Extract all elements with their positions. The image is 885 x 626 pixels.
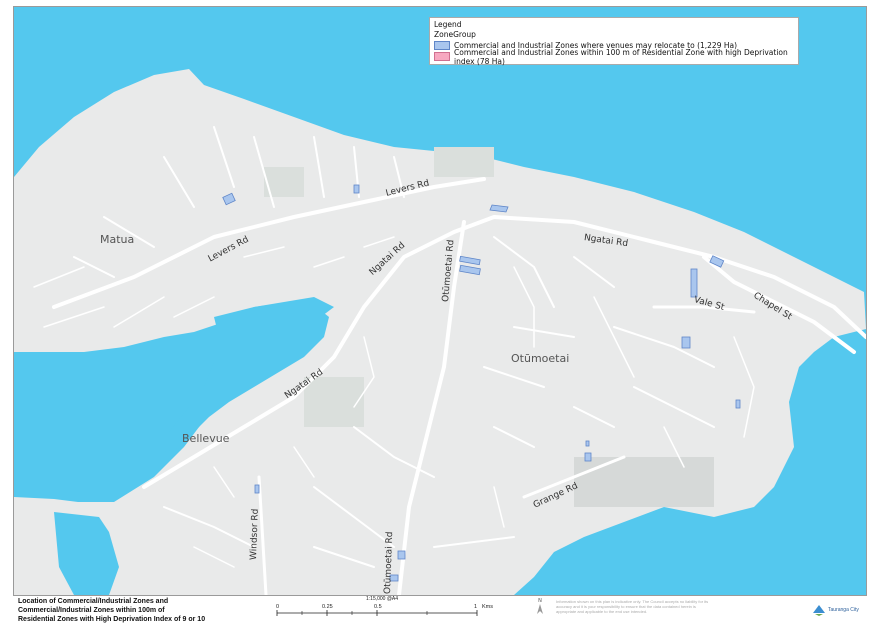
scale-tick-label: 0.25 bbox=[322, 604, 333, 610]
scale-bar: 1:15,000 @A4 0 0.25 0.5 1 Kms bbox=[276, 596, 493, 616]
park-area bbox=[434, 147, 494, 177]
legend-swatch-blue bbox=[434, 41, 450, 50]
north-arrow-icon bbox=[537, 604, 543, 614]
map-title-line: Location of Commercial/Industrial Zones … bbox=[18, 598, 169, 605]
scale-tick-label: 0.5 bbox=[374, 604, 382, 610]
zone-polygon bbox=[690, 268, 698, 298]
zone-polygon bbox=[353, 184, 360, 194]
park-area bbox=[304, 377, 364, 427]
zone-polygon bbox=[397, 550, 406, 560]
legend-swatch-pink bbox=[434, 52, 450, 61]
zone-polygon bbox=[585, 440, 590, 447]
map-title: Location of Commercial/Industrial Zones … bbox=[18, 597, 205, 624]
scale-unit: Kms bbox=[482, 604, 493, 610]
legend-group: ZoneGroup bbox=[434, 30, 476, 39]
council-logo-text: Tauranga City bbox=[828, 607, 859, 613]
north-arrow: N bbox=[537, 598, 543, 616]
legend-item-deprivation: Commercial and Industrial Zones within 1… bbox=[434, 48, 794, 66]
zone-polygon bbox=[584, 452, 592, 462]
council-logo-icon bbox=[813, 605, 825, 616]
map-frame[interactable]: Matua Bellevue Otūmoetai Levers Rd Lever… bbox=[13, 6, 867, 596]
scale-tick-label: 0 bbox=[276, 604, 279, 610]
place-label-otumoetai: Otūmoetai bbox=[511, 352, 570, 365]
park-area bbox=[574, 457, 714, 507]
scale-tick-label: 1 bbox=[474, 604, 477, 610]
place-label-bellevue: Bellevue bbox=[182, 432, 230, 445]
disclaimer-text: Information shown on this plan is indica… bbox=[556, 599, 709, 614]
map-legend: Legend ZoneGroup Commercial and Industri… bbox=[429, 17, 799, 66]
map-title-line: Commercial/Industrial Zones within 100m … bbox=[18, 607, 165, 614]
zone-polygon bbox=[681, 336, 691, 349]
zone-polygon bbox=[254, 484, 260, 494]
place-label-matua: Matua bbox=[100, 233, 135, 246]
legend-item-label: Commercial and Industrial Zones within 1… bbox=[454, 47, 788, 66]
zone-polygon bbox=[735, 399, 741, 409]
legend-title: Legend bbox=[434, 20, 462, 29]
council-logo: Tauranga City bbox=[812, 601, 862, 619]
scale-ratio: 1:15,000 @A4 bbox=[366, 596, 398, 602]
map-title-line: Residential Zones with High Deprivation … bbox=[18, 616, 206, 623]
road-label-windsor: Windsor Rd bbox=[249, 508, 261, 561]
